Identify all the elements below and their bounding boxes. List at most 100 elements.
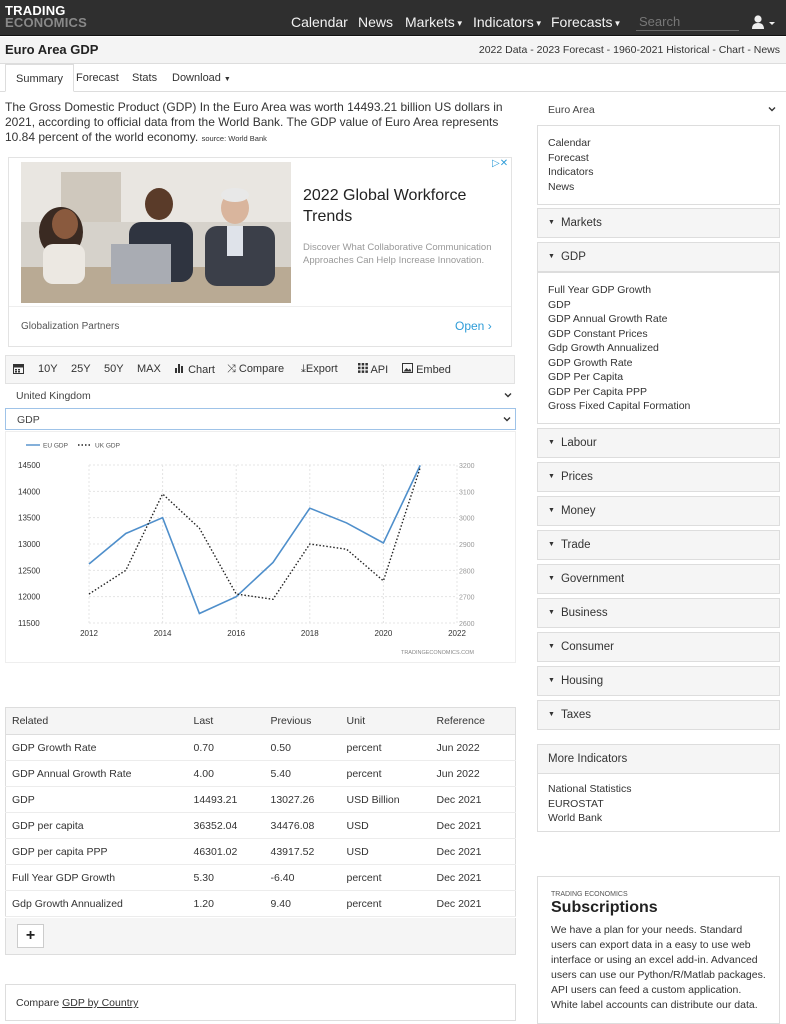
tab-forecast[interactable]: Forecast [66,64,129,92]
sidebar-link[interactable]: News [548,180,769,195]
sidebar-section-trade[interactable]: ▼ Trade [537,530,780,560]
sidebar-section-housing[interactable]: ▼ Housing [537,666,780,696]
ad-choices-icon[interactable]: ▷✕ [492,158,508,169]
nav-markets[interactable]: Markets▼ [405,14,464,30]
chart-type-button[interactable]: Chart [175,363,215,376]
related-table: Related Last Previous Unit Reference GDP… [5,707,516,917]
table-row[interactable]: GDP 14493.21 13027.26 USD Billion Dec 2021 [5,786,516,813]
sidebar-link[interactable]: National Statistics [548,782,769,797]
caret-down-icon: ▼ [548,575,555,583]
sidebar-link[interactable]: Calendar [548,136,769,151]
x-tick: 2022 [448,629,466,638]
embed-label: Embed [416,364,451,376]
nav-forecasts[interactable]: Forecasts▼ [551,14,621,30]
export-button[interactable]: ⤓Export [301,363,338,376]
tab-stats[interactable]: Stats [122,64,167,92]
sidebar-section-money[interactable]: ▼ Money [537,496,780,526]
sidebar-link[interactable]: GDP Annual Growth Rate [548,312,769,327]
calendar-icon[interactable] [13,363,24,377]
table-row[interactable]: GDP per capita PPP 46301.02 43917.52 USD Dec… [5,838,516,865]
sidebar-section-markets[interactable]: ▼ Markets [537,208,780,238]
sidebar-link[interactable]: Forecast [548,151,769,166]
section-label: Labour [560,437,597,449]
range-50y-button[interactable]: 50Y [104,363,124,375]
cell-reference: Dec 2021 [430,838,516,865]
sidebar-section-consumer[interactable]: ▼ Consumer [537,632,780,662]
cell-related[interactable]: GDP [5,786,188,813]
range-25y-button[interactable]: 25Y [71,363,91,375]
sidebar-link[interactable]: GDP [548,298,769,313]
embed-button[interactable]: Embed [402,363,451,376]
cell-unit: percent [340,734,431,761]
sidebar-link[interactable]: GDP Constant Prices [548,327,769,342]
tab-summary[interactable]: Summary [5,64,75,92]
sidebar-link[interactable]: GDP Per Capita [548,370,769,385]
cell-related[interactable]: GDP Annual Growth Rate [5,760,188,787]
sidebar-link[interactable]: Gdp Growth Annualized [548,341,769,356]
sidebar-section-taxes[interactable]: ▼ Taxes [537,700,780,730]
sidebar-link[interactable]: EUROSTAT [548,797,769,812]
legend-label: EU GDP [43,443,68,450]
ad-open-button[interactable]: Open › [455,319,492,333]
logo[interactable]: TRADING ECONOMICS [5,4,87,29]
table-row[interactable]: GDP Growth Rate 0.70 0.50 percent Jun 2022 [5,734,516,761]
nav-calendar[interactable]: Calendar [291,14,348,30]
sidebar-section-government[interactable]: ▼ Government [537,564,780,594]
table-row[interactable]: GDP Annual Growth Rate 4.00 5.40 percent Jun… [5,760,516,787]
sidebar-section-gdp[interactable]: ▼ GDP [537,242,780,272]
sidebar-section-business[interactable]: ▼ Business [537,598,780,628]
country-select[interactable]: United Kingdom [5,385,516,407]
chevron-down-icon [768,107,776,112]
cell-unit: percent [340,890,431,917]
nav-news[interactable]: News [358,14,393,30]
gdp-chart[interactable]: 14500 3200 14000 3100 13500 3000 13000 2900 1250… [5,431,516,663]
nav-indicators[interactable]: Indicators▼ [473,14,543,30]
compare-box: Compare GDP by Country [5,984,516,1021]
cell-related[interactable]: GDP per capita PPP [5,838,188,865]
sidebar-link[interactable]: GDP Growth Rate [548,356,769,371]
sidebar-link[interactable]: Gross Fixed Capital Formation [548,399,769,414]
chevron-down-icon: ▼ [534,18,543,28]
indicator-select[interactable]: GDP [5,408,516,430]
subscriptions-title[interactable]: Subscriptions [551,899,766,917]
top-navbar: TRADING ECONOMICS Calendar News Markets▼… [0,0,786,36]
range-max-button[interactable]: MAX [137,363,161,375]
table-row[interactable]: Gdp Growth Annualized 1.20 9.40 percent Dec … [5,890,516,917]
sidebar-section-prices[interactable]: ▼ Prices [537,462,780,492]
search-input[interactable] [636,13,739,31]
sidebar-section-labour[interactable]: ▼ Labour [537,428,780,458]
subscriptions-kicker: TRADING ECONOMICS [551,891,628,898]
advertisement[interactable]: ▷✕ 2022 Global Workforce Trends Discover… [8,157,512,347]
user-icon [752,15,775,29]
ad-open-label: Open [455,319,485,333]
cell-related[interactable]: Gdp Growth Annualized [5,890,188,917]
api-button[interactable]: API [358,363,388,376]
page-subtitle[interactable]: 2022 Data - 2023 Forecast - 1960-2021 Hi… [479,44,780,56]
sidebar-link[interactable]: Full Year GDP Growth [548,283,769,298]
cell-reference: Dec 2021 [430,890,516,917]
country-select-value: United Kingdom [16,390,91,402]
table-row[interactable]: GDP per capita 36352.04 34476.08 USD Dec 202… [5,812,516,839]
cell-related[interactable]: Full Year GDP Growth [5,864,188,891]
sidebar-link[interactable]: GDP Per Capita PPP [548,385,769,400]
table-row[interactable]: Full Year GDP Growth 5.30 -6.40 percent Dec … [5,864,516,891]
caret-down-icon: ▼ [548,609,555,617]
cell-related[interactable]: GDP per capita [5,812,188,839]
sidebar-link[interactable]: World Bank [548,811,769,826]
caret-down-icon: ▼ [548,677,555,685]
chart-watermark: TRADINGECONOMICS.COM [401,650,474,656]
range-10y-button[interactable]: 10Y [38,363,58,375]
add-indicator-button[interactable]: + [17,924,44,948]
eu-gdp-line [88,465,421,615]
user-menu-button[interactable] [751,14,777,32]
region-select[interactable]: Euro Area [537,99,780,121]
cell-related[interactable]: GDP Growth Rate [5,734,188,761]
compare-button[interactable]: ⤨ Compare [227,363,284,376]
tab-download[interactable]: Download ▼ [162,64,241,92]
compare-link[interactable]: GDP by Country [62,997,138,1009]
intro-source: source: World Bank [201,134,267,143]
cell-previous: 43917.52 [264,838,341,865]
ad-body: Discover What Collaborative Communicatio… [303,242,492,266]
bar-chart-icon [175,364,185,376]
sidebar-link[interactable]: Indicators [548,165,769,180]
